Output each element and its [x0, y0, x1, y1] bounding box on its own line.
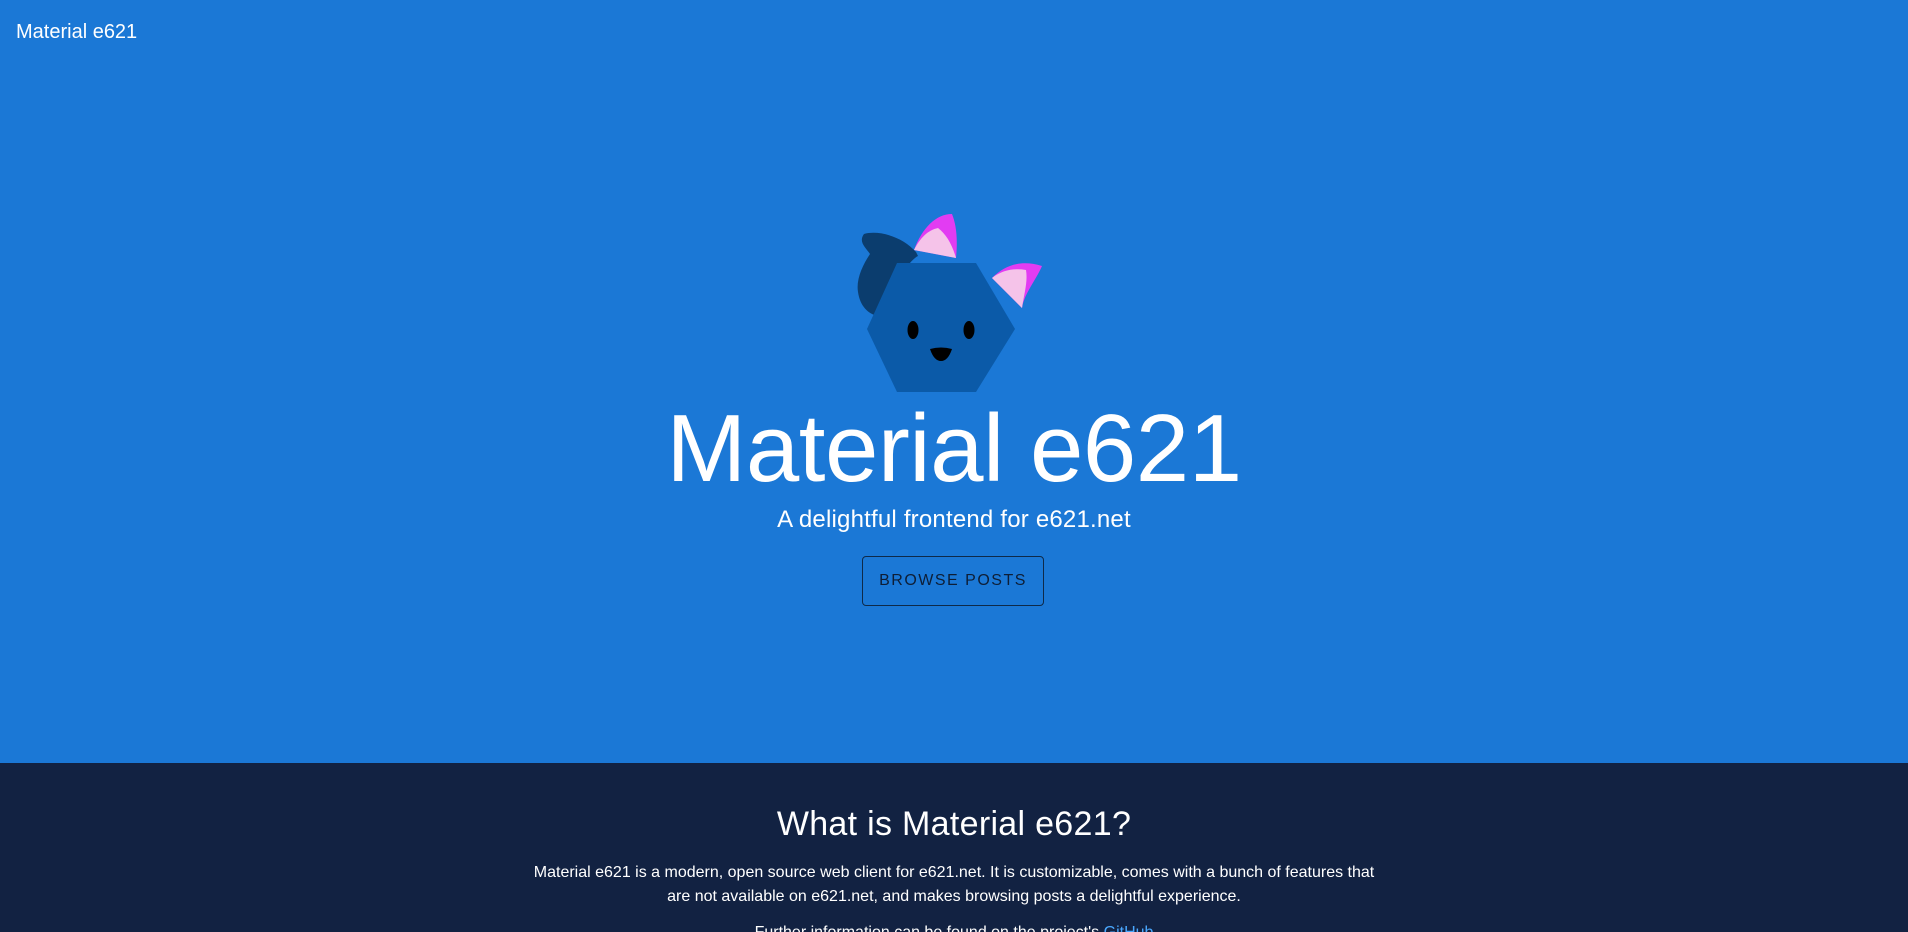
- about-more-info: Further information can be found on the …: [0, 921, 1908, 932]
- mascot-right-eye: [963, 321, 975, 339]
- about-section: What is Material e621? Material e621 is …: [0, 763, 1908, 932]
- hero-section: Material e621 Material e621 A delightful…: [0, 0, 1908, 763]
- browse-posts-button[interactable]: BROWSE POSTS: [862, 556, 1044, 606]
- about-description: Material e621 is a modern, open source w…: [533, 864, 1375, 905]
- mascot-left-eye: [907, 321, 919, 339]
- about-title: What is Material e621?: [776, 805, 1132, 843]
- mascot-body: [867, 263, 1015, 392]
- app-title[interactable]: Material e621: [16, 20, 137, 44]
- hexagon-fox-mascot-icon: [857, 214, 1042, 392]
- hero-subtitle: A delightful frontend for e621.net: [777, 506, 1131, 533]
- page: Material e621 Material e621 A delightful…: [0, 0, 1908, 932]
- hero-title: Material e621: [666, 395, 1242, 502]
- about-more-text: Further information can be found on the …: [755, 924, 1100, 932]
- github-link[interactable]: GitHub: [1104, 924, 1154, 932]
